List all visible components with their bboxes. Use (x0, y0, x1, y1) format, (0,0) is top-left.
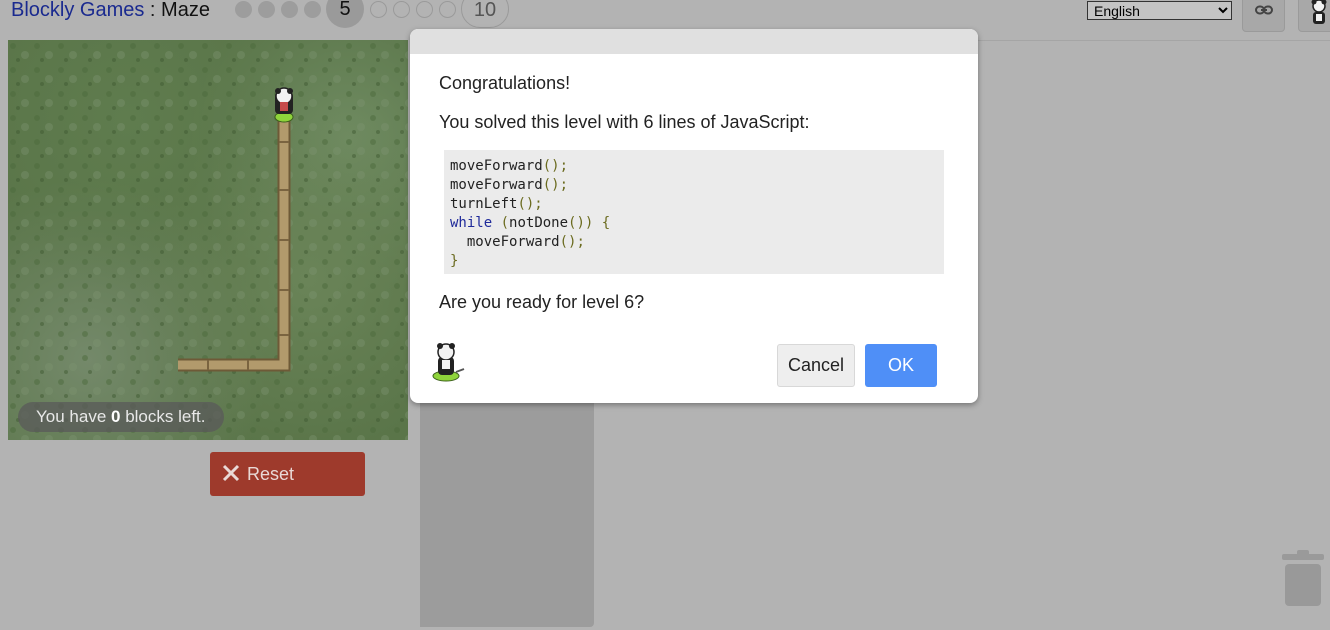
pegman-icon (1311, 0, 1327, 24)
code-line: while (notDone()) { (450, 215, 611, 231)
level-7-link[interactable] (393, 1, 410, 18)
level-6-link[interactable] (370, 1, 387, 18)
level-current[interactable]: 5 (326, 0, 364, 28)
level-3-link[interactable] (281, 1, 298, 18)
code-listing: moveForward(); moveForward(); turnLeft()… (444, 150, 944, 274)
dialog-title: Congratulations! (439, 73, 571, 93)
reset-button[interactable]: Reset (210, 452, 365, 496)
code-line: moveForward(); (450, 234, 585, 250)
cancel-button[interactable]: Cancel (777, 344, 855, 387)
page-title: Blockly Games : Maze (11, 0, 210, 22)
pegman-marker (275, 87, 293, 114)
maze-path (8, 40, 408, 440)
dialog-message: You solved this level with 6 lines of Ja… (439, 112, 810, 132)
language-select[interactable]: English (1087, 1, 1232, 20)
reset-label: Reset (247, 464, 295, 484)
dialog-header (410, 29, 978, 54)
blocks-left-status: You have 0 blocks left. (18, 402, 224, 432)
level-2-link[interactable] (258, 1, 275, 18)
level-4-link[interactable] (304, 1, 321, 18)
level-10-link[interactable]: 10 (461, 0, 509, 28)
trash-icon[interactable] (1280, 548, 1326, 608)
title-separator: : (144, 0, 162, 21)
maze-canvas: You have 0 blocks left. (8, 40, 408, 440)
code-line: } (450, 253, 459, 269)
game-name: Maze (161, 0, 210, 21)
blocks-left-suffix: blocks left. (120, 407, 206, 426)
level-8-link[interactable] (416, 1, 433, 18)
brand-link[interactable]: Blockly Games (11, 0, 144, 21)
dialog-question: Are you ready for level 6? (439, 292, 645, 312)
code-line: turnLeft(); (450, 196, 543, 212)
pegman-icon (432, 343, 465, 382)
ok-button[interactable]: OK (865, 344, 937, 387)
close-icon (222, 464, 240, 482)
blocks-left-prefix: You have (36, 407, 111, 426)
level-9-link[interactable] (439, 1, 456, 18)
app-root: Blockly Games : Maze 5 10 English You ha… (0, 0, 1330, 630)
link-button[interactable] (1242, 0, 1285, 32)
level-1-link[interactable] (235, 1, 252, 18)
link-icon (1255, 5, 1273, 15)
congratulations-dialog: Congratulations! You solved this level w… (410, 29, 978, 403)
code-line: moveForward(); (450, 177, 569, 193)
code-line: moveForward(); (450, 158, 569, 174)
pegman-button[interactable] (1298, 0, 1330, 32)
